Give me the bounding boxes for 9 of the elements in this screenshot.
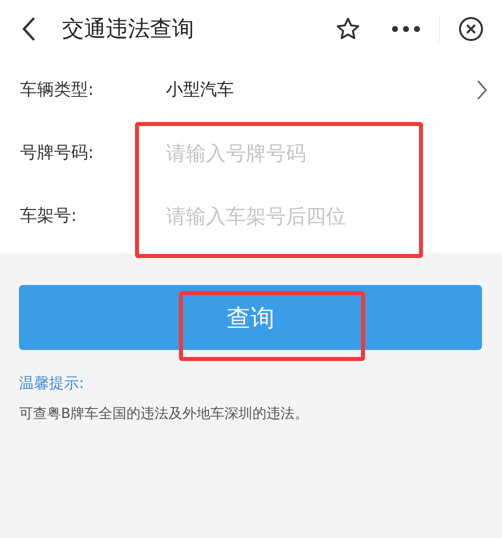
vehicle-type-select[interactable]: 小型汽车: [166, 78, 476, 101]
field-label: 号牌号码:: [20, 142, 95, 164]
field-label: 车架号:: [20, 205, 78, 227]
tips-title: 温馨提示:: [19, 374, 86, 393]
input-field[interactable]: 请输入车架号后四位: [166, 204, 488, 228]
input-field[interactable]: 请输入号牌号码: [166, 140, 488, 164]
page-title: 交通违法查询: [62, 16, 195, 44]
tips-text: 可查粤B牌车全国的违法及外地车深圳的违法。: [19, 405, 310, 423]
field-label: 车辆类型:: [20, 79, 95, 101]
